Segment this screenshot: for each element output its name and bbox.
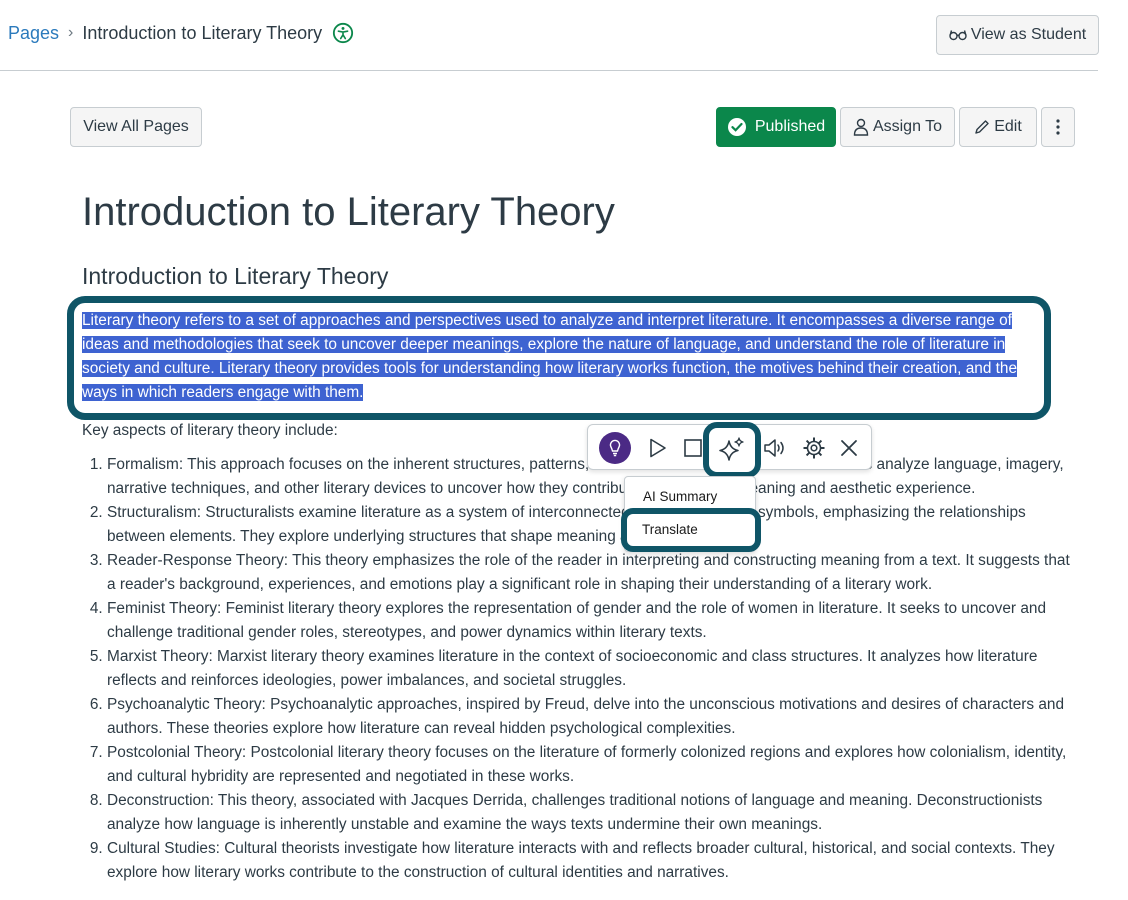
lightbulb-icon — [599, 432, 631, 464]
gear-icon — [803, 437, 825, 459]
breadcrumb-pages-link[interactable]: Pages — [8, 23, 59, 44]
more-options-button[interactable] — [1041, 107, 1075, 147]
list-item: Reader-Response Theory: This theory emph… — [107, 549, 1077, 597]
intro-text: Key aspects of literary theory include: — [82, 422, 338, 439]
glasses-icon — [949, 30, 967, 41]
lightbulb-button[interactable] — [598, 431, 632, 465]
play-button[interactable] — [640, 431, 674, 465]
section-heading: Introduction to Literary Theory — [82, 263, 389, 289]
published-button[interactable]: Published — [716, 107, 836, 147]
kebab-menu-icon — [1056, 119, 1060, 135]
list-item: Feminist Theory: Feminist literary theor… — [107, 597, 1077, 645]
selected-paragraph[interactable]: Literary theory refers to a set of appro… — [82, 309, 1034, 405]
check-circle-icon — [727, 118, 746, 136]
view-all-pages-button[interactable]: View All Pages — [70, 107, 202, 147]
top-bar: Pages › Introduction to Literary Theory … — [0, 0, 1099, 71]
play-icon — [650, 438, 666, 458]
published-label: Published — [754, 118, 826, 135]
menu-item-translate[interactable]: Translate — [621, 508, 761, 552]
view-as-student-label: View as Student — [970, 26, 1087, 43]
close-toolbar-button[interactable] — [832, 431, 866, 465]
view-all-pages-label: View All Pages — [83, 118, 189, 135]
translate-label: Translate — [642, 522, 698, 537]
view-as-student-button[interactable]: View as Student — [936, 15, 1099, 55]
volume-button[interactable] — [758, 431, 792, 465]
list-item: Cultural Studies: Cultural theorists inv… — [107, 837, 1077, 885]
list-item: Marxist Theory: Marxist literary theory … — [107, 645, 1077, 693]
menu-item-ai-summary[interactable]: AI Summary — [643, 489, 717, 504]
edit-label: Edit — [994, 118, 1022, 135]
list-item: Psychoanalytic Theory: Psychoanalytic ap… — [107, 693, 1077, 741]
assign-to-button[interactable]: Assign To — [840, 107, 955, 147]
stop-icon — [684, 439, 702, 457]
breadcrumb: Pages › Introduction to Literary Theory — [8, 22, 354, 44]
user-icon — [853, 118, 869, 136]
accessibility-icon[interactable] — [332, 22, 354, 44]
list-item: Postcolonial Theory: Postcolonial litera… — [107, 741, 1077, 789]
list-item: Deconstruction: This theory, associated … — [107, 789, 1077, 837]
list-item: Structuralism: Structuralists examine li… — [107, 501, 1077, 549]
ai-sparkle-button[interactable] — [703, 422, 761, 478]
settings-button[interactable] — [797, 431, 831, 465]
close-icon — [841, 440, 857, 456]
page-title: Introduction to Literary Theory — [82, 190, 615, 234]
ai-sparkle-icon — [719, 437, 744, 461]
breadcrumb-separator: › — [68, 24, 74, 41]
edit-button[interactable]: Edit — [959, 107, 1037, 147]
breadcrumb-current: Introduction to Literary Theory — [82, 22, 323, 43]
pencil-icon — [975, 120, 989, 134]
volume-icon — [764, 439, 784, 457]
selected-text[interactable]: Literary theory refers to a set of appro… — [82, 312, 1018, 401]
assign-to-label: Assign To — [872, 118, 943, 135]
aspects-list: Formalism: This approach focuses on the … — [82, 453, 1077, 885]
